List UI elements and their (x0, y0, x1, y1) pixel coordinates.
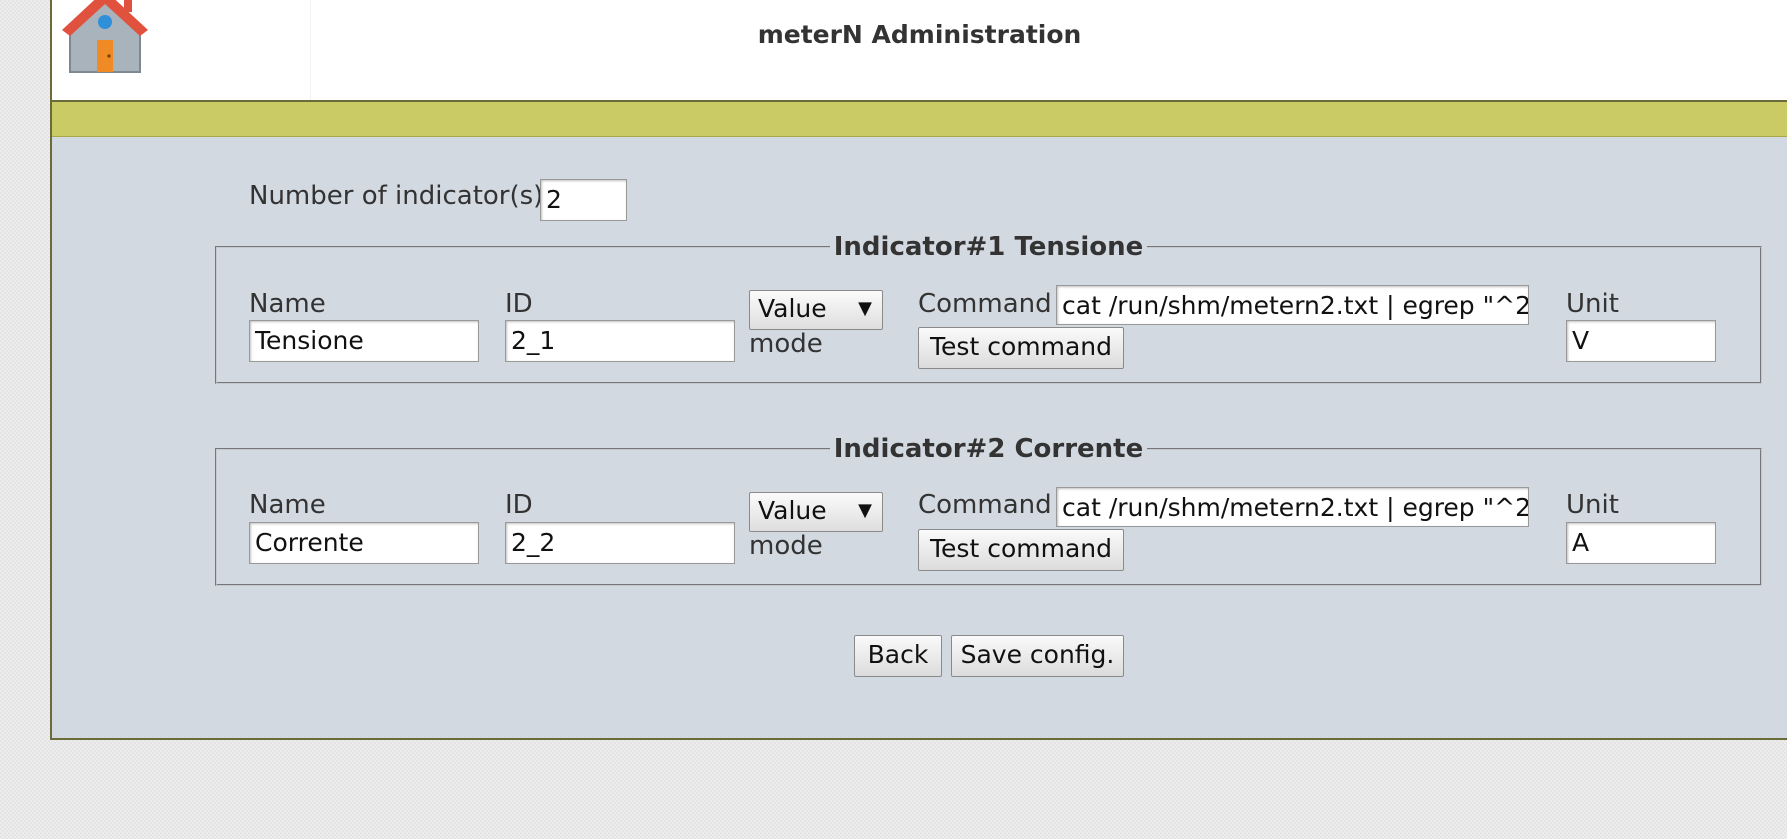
indicator-1-mode-select[interactable]: Value ▼ (749, 290, 883, 330)
indicator-1-unit-label: Unit (1566, 289, 1619, 319)
page-title: meterN Administration (757, 20, 1082, 49)
header: meterN Administration (52, 0, 1787, 102)
indicator-1-mode-label: mode (749, 329, 823, 359)
indicator-2-mode-label: mode (749, 531, 823, 561)
indicator-2-command-label: Command (918, 490, 1052, 520)
indicator-1-name-input[interactable]: Tensione (249, 320, 479, 362)
indicator-2-test-command-button[interactable]: Test command (918, 529, 1124, 571)
indicator-2-unit-input[interactable]: A (1566, 522, 1716, 564)
indicator-1-command-label: Command (918, 289, 1052, 319)
indicator-2-command-input[interactable]: cat /run/shm/metern2.txt | egrep "^2_2\( (1056, 487, 1529, 527)
admin-page: meterN Administration Number of indicato… (50, 0, 1787, 740)
indicator-2-id-label: ID (505, 490, 533, 520)
indicator-count-label: Number of indicator(s) (249, 181, 544, 211)
indicator-1-legend: Indicator#1 Tensione (833, 232, 1144, 262)
indicator-1-id-label: ID (505, 289, 533, 319)
indicator-2-id-input[interactable]: 2_2 (505, 522, 735, 564)
dropdown-arrow-icon: ▼ (858, 500, 872, 521)
indicator-1-unit-input[interactable]: V (1566, 320, 1716, 362)
header-divider (310, 0, 311, 100)
indicator-2-name-input[interactable]: Corrente (249, 522, 479, 564)
save-config-button[interactable]: Save config. (951, 635, 1124, 677)
indicator-1-command-input[interactable]: cat /run/shm/metern2.txt | egrep "^2_1\( (1056, 285, 1529, 325)
menu-band (52, 102, 1787, 137)
dropdown-arrow-icon: ▼ (858, 298, 872, 319)
indicator-1-test-command-button[interactable]: Test command (918, 327, 1124, 369)
indicator-2-name-label: Name (249, 490, 326, 520)
indicator-2-unit-label: Unit (1566, 490, 1619, 520)
back-button[interactable]: Back (854, 635, 942, 677)
indicator-2-mode-value: Value (758, 496, 827, 525)
indicator-2-legend: Indicator#2 Corrente (833, 434, 1144, 464)
indicator-1-mode-value: Value (758, 294, 827, 323)
indicator-2-mode-select[interactable]: Value ▼ (749, 492, 883, 532)
indicator-1-id-input[interactable]: 2_1 (505, 320, 735, 362)
indicator-count-input[interactable]: 2 (540, 179, 627, 221)
indicator-1-name-label: Name (249, 289, 326, 319)
